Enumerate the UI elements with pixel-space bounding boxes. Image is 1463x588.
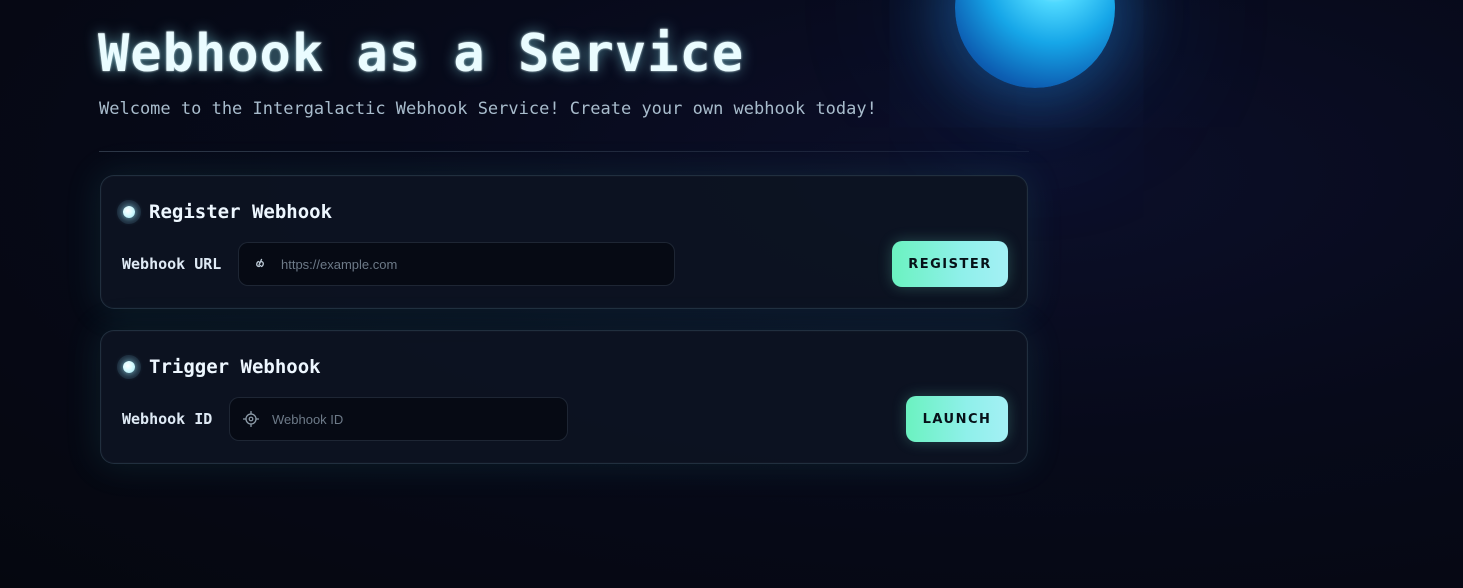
link-icon xyxy=(239,258,281,270)
webhook-id-label: Webhook ID xyxy=(122,410,213,428)
link-icon-svg xyxy=(256,258,264,268)
page-subtitle: Welcome to the Intergalactic Webhook Ser… xyxy=(99,99,877,119)
trigger-webhook-card: Trigger Webhook Webhook ID LAUNCH xyxy=(100,330,1028,464)
status-dot-icon xyxy=(117,355,141,379)
trigger-card-header: Trigger Webhook xyxy=(117,355,321,379)
register-webhook-card: Register Webhook Webhook URL REGISTER xyxy=(100,175,1028,309)
webhook-id-field[interactable] xyxy=(229,397,568,441)
webhook-id-input[interactable] xyxy=(272,398,567,440)
target-icon xyxy=(230,411,272,427)
webhook-url-label: Webhook URL xyxy=(122,255,222,273)
status-dot-icon xyxy=(117,200,141,224)
webhook-url-input[interactable] xyxy=(281,243,674,285)
page-title: Webhook as a Service xyxy=(98,24,745,84)
launch-button[interactable]: LAUNCH xyxy=(906,396,1008,442)
register-button[interactable]: REGISTER xyxy=(892,241,1008,287)
register-card-title: Register Webhook xyxy=(149,201,333,223)
trigger-card-title: Trigger Webhook xyxy=(149,356,321,378)
webhook-url-field[interactable] xyxy=(238,242,675,286)
register-card-header: Register Webhook xyxy=(117,200,332,224)
target-icon-svg xyxy=(243,411,259,427)
decorative-planet-orb xyxy=(955,0,1115,88)
header-divider xyxy=(99,151,1029,152)
